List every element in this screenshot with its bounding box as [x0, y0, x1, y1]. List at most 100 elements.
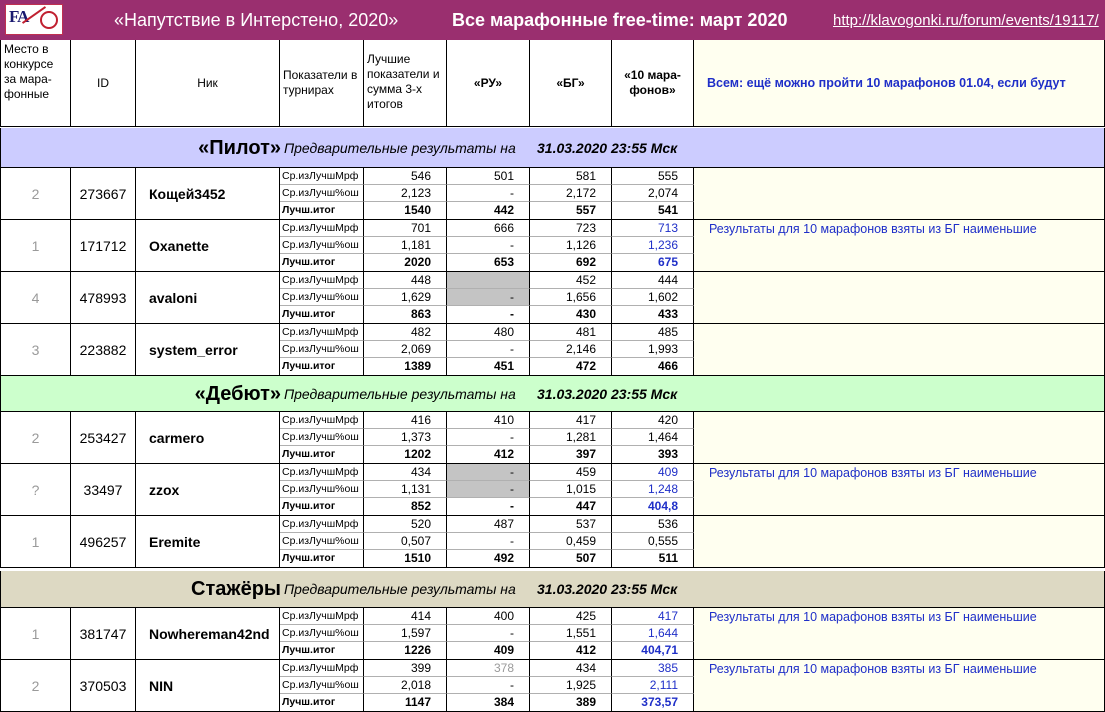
player-note [694, 516, 1105, 568]
value-best: 1147 [364, 694, 447, 712]
metric-label: Ср.изЛучш%ош [280, 677, 364, 694]
group-date: 31.03.2020 23:55 Мск [537, 581, 678, 597]
metric-label: Ср.изЛучшМрф [280, 168, 364, 185]
player-note [694, 412, 1105, 464]
forum-link[interactable]: http://klavogonki.ru/forum/events/19117/ [833, 12, 1099, 29]
value-ru: - [447, 464, 530, 481]
player-row: 4 478993 avaloni Ср.изЛучшМрф 448 452 444 Ср.из… [0, 272, 1105, 324]
player-row: 1 496257 Eremite Ср.изЛучшМрф 520 487 537 536 Ср… [0, 516, 1105, 568]
player-id: 478993 [71, 272, 136, 324]
player-note: Результаты для 10 марафонов взяты из БГ … [694, 660, 1105, 712]
player-note [694, 272, 1105, 324]
value-ru: 412 [447, 446, 530, 464]
value-ru: - [447, 498, 530, 516]
value-best: 2,018 [364, 677, 447, 694]
value-ru: - [447, 289, 530, 306]
value-bg: 417 [530, 412, 612, 429]
value-ten: 409 [612, 464, 694, 481]
value-bg: 0,459 [530, 533, 612, 550]
value-ten: 417 [612, 608, 694, 625]
value-best: 2,069 [364, 341, 447, 358]
metric-label: Лучш.итог [280, 202, 364, 220]
value-ru [447, 272, 530, 289]
value-bg: 434 [530, 660, 612, 677]
value-ru: 487 [447, 516, 530, 533]
group-name: «Дебют» [194, 383, 281, 405]
value-bg: 1,925 [530, 677, 612, 694]
player-nick: carmero [136, 412, 280, 464]
value-bg: 389 [530, 694, 612, 712]
value-bg: 447 [530, 498, 612, 516]
header-note: Всем: ещё можно пройти 10 марафонов 01.0… [694, 40, 1105, 127]
player-note [694, 324, 1105, 376]
value-best: 482 [364, 324, 447, 341]
value-ru: - [447, 677, 530, 694]
value-best: 1,629 [364, 289, 447, 306]
value-ru: 653 [447, 254, 530, 272]
player-id: 223882 [71, 324, 136, 376]
value-ten: 404,71 [612, 642, 694, 660]
metric-label: Лучш.итог [280, 306, 364, 324]
value-bg: 2,146 [530, 341, 612, 358]
value-best: 1389 [364, 358, 447, 376]
metric-label: Ср.изЛучшМрф [280, 464, 364, 481]
value-ru: 501 [447, 168, 530, 185]
value-best: 1,131 [364, 481, 447, 498]
metric-label: Ср.изЛучш%ош [280, 625, 364, 642]
value-bg: 1,015 [530, 481, 612, 498]
value-ten: 1,464 [612, 429, 694, 446]
value-ten: 1,993 [612, 341, 694, 358]
header-tournaments: Показатели в турнирах [280, 40, 364, 127]
player-nick: Nowhereman42nd [136, 608, 280, 660]
header-ru: «РУ» [447, 40, 530, 127]
metric-label: Ср.изЛучшМрф [280, 220, 364, 237]
value-ten: 393 [612, 446, 694, 464]
player-row: 2 273667 Кощей3452 Ср.изЛучшМрф 546 501 581 555… [0, 168, 1105, 220]
group-name: «Пилот» [198, 137, 281, 159]
player-id: 33497 [71, 464, 136, 516]
player-note: Результаты для 10 марафонов взяты из БГ … [694, 220, 1105, 272]
group-status: Предварительные результаты на [284, 140, 516, 156]
value-best: 1,597 [364, 625, 447, 642]
group-band: Стажёры Предварительные результаты на 31.0… [0, 571, 1105, 608]
value-ten: 1,644 [612, 625, 694, 642]
value-bg: 1,126 [530, 237, 612, 254]
player-place: ? [0, 464, 71, 516]
player-place: 2 [0, 660, 71, 712]
value-best: 1510 [364, 550, 447, 568]
player-row: 3 223882 system_error Ср.изЛучшМрф 482 480 481… [0, 324, 1105, 376]
value-bg: 581 [530, 168, 612, 185]
value-ru: 666 [447, 220, 530, 237]
player-id: 273667 [71, 168, 136, 220]
player-id: 381747 [71, 608, 136, 660]
metric-label: Ср.изЛучшМрф [280, 324, 364, 341]
value-bg: 425 [530, 608, 612, 625]
player-row: 1 171712 Oxanette Результаты для 10 марафон… [0, 220, 1105, 272]
value-ru: - [447, 481, 530, 498]
group-status: Предварительные результаты на [284, 386, 516, 402]
value-ten: 2,074 [612, 185, 694, 202]
group-status: Предварительные результаты на [284, 581, 516, 597]
logo-text: FA [9, 7, 29, 26]
metric-label: Ср.изЛучш%ош [280, 481, 364, 498]
value-ru: 378 [447, 660, 530, 677]
value-best: 1202 [364, 446, 447, 464]
value-ten: 675 [612, 254, 694, 272]
metric-label: Лучш.итог [280, 694, 364, 712]
value-ten: 485 [612, 324, 694, 341]
player-row: 1 381747 Nowhereman42nd Результаты для 10 м… [0, 608, 1105, 660]
value-best: 546 [364, 168, 447, 185]
value-ten: 444 [612, 272, 694, 289]
value-best: 1,181 [364, 237, 447, 254]
metric-label: Ср.изЛучш%ош [280, 289, 364, 306]
player-id: 171712 [71, 220, 136, 272]
header-ten-marathons: «10 мара-фонов» [612, 40, 694, 127]
value-ru: - [447, 237, 530, 254]
title-bar: FA «Напутствие в Интерстено, 2020» Все м… [0, 0, 1105, 40]
player-nick: avaloni [136, 272, 280, 324]
header-bg: «БГ» [530, 40, 612, 127]
value-ru: - [447, 306, 530, 324]
player-nick: system_error [136, 324, 280, 376]
value-ten: 1,236 [612, 237, 694, 254]
header-place: Место в конкурсе за мара-фонные [0, 40, 71, 127]
